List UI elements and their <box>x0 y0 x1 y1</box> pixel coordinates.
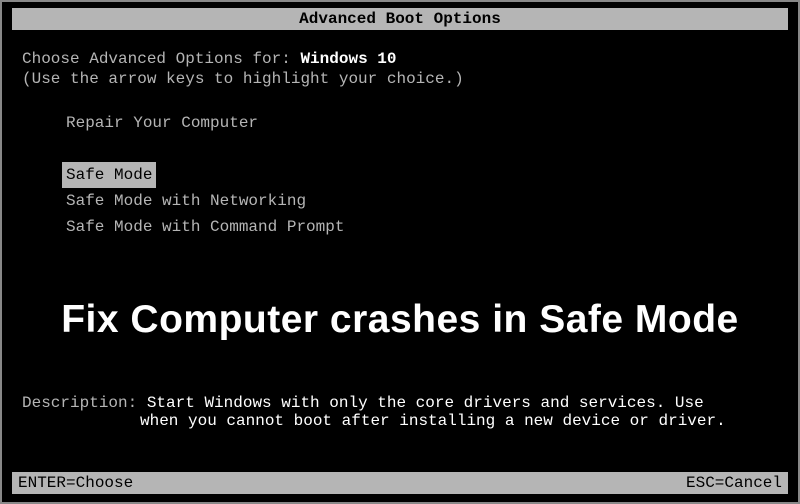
menu-item-safe-mode[interactable]: Safe Mode <box>62 162 156 188</box>
menu-item-safe-mode-cmd[interactable]: Safe Mode with Command Prompt <box>62 214 348 240</box>
prompt-line: Choose Advanced Options for: Windows 10 <box>22 50 778 68</box>
title-bar: Advanced Boot Options <box>12 8 788 30</box>
description-label: Description: <box>22 394 147 412</box>
main-content: Choose Advanced Options for: Windows 10 … <box>2 30 798 240</box>
description-line1: Start Windows with only the core drivers… <box>147 394 704 412</box>
footer-enter[interactable]: ENTER=Choose <box>18 474 133 492</box>
footer-bar: ENTER=Choose ESC=Cancel <box>12 472 788 494</box>
description-block: Description: Start Windows with only the… <box>22 394 778 430</box>
footer-esc[interactable]: ESC=Cancel <box>686 474 782 492</box>
page-title: Advanced Boot Options <box>299 10 501 28</box>
hint-line: (Use the arrow keys to highlight your ch… <box>22 70 778 88</box>
menu-item-repair[interactable]: Repair Your Computer <box>62 110 262 136</box>
boot-menu: Repair Your Computer Safe Mode Safe Mode… <box>22 110 778 240</box>
description-line2: when you cannot boot after installing a … <box>22 412 778 430</box>
os-name: Windows 10 <box>300 50 396 68</box>
prompt-prefix: Choose Advanced Options for: <box>22 50 300 68</box>
menu-item-safe-mode-networking[interactable]: Safe Mode with Networking <box>62 188 310 214</box>
overlay-caption: Fix Computer crashes in Safe Mode <box>2 286 798 360</box>
menu-gap <box>62 136 778 162</box>
